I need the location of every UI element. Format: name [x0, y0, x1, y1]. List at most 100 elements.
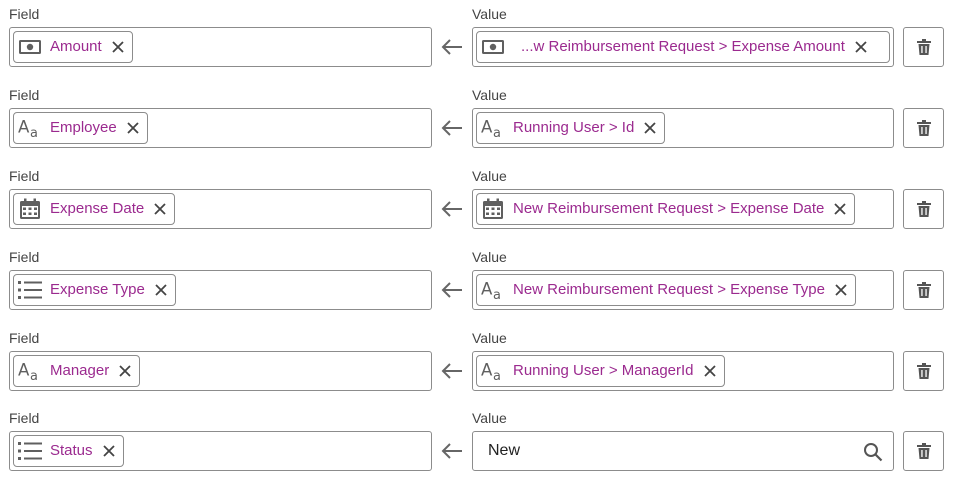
trash-icon [916, 120, 931, 136]
text-type-icon: Aa [481, 278, 505, 302]
search-icon[interactable] [863, 442, 883, 462]
field-input[interactable]: Aa Manager [9, 351, 432, 391]
field-mapping-list: Field Value Amount ...w Reimbursement Re… [0, 0, 953, 479]
svg-text:A: A [481, 118, 493, 137]
calendar-icon [18, 197, 42, 221]
field-input[interactable]: Amount [9, 27, 432, 67]
calendar-icon [481, 197, 505, 221]
field-label: Field [9, 410, 40, 426]
remove-token-icon[interactable] [125, 120, 141, 136]
left-arrow-icon [441, 201, 462, 217]
remove-token-icon[interactable] [853, 39, 869, 55]
value-token[interactable]: Aa New Reimbursement Request > Expense T… [476, 274, 856, 306]
mapping-row: Field Value Aa Employee Aa Running User … [0, 81, 953, 162]
field-token[interactable]: Aa Employee [13, 112, 148, 144]
value-label: Value [472, 330, 507, 346]
mapping-row: Field Value Amount ...w Reimbursement Re… [0, 0, 953, 81]
value-token[interactable]: ...w Reimbursement Request > Expense Amo… [476, 31, 890, 63]
svg-text:A: A [18, 361, 30, 380]
left-arrow-icon [441, 39, 462, 55]
remove-token-icon[interactable] [152, 201, 168, 217]
field-token-label: Expense Date [50, 200, 145, 217]
value-token-label: ...w Reimbursement Request > Expense Amo… [521, 38, 845, 55]
left-arrow-icon [441, 363, 462, 379]
svg-text:A: A [481, 361, 493, 380]
mapping-row: Field Value Status [0, 404, 953, 479]
remove-token-icon[interactable] [110, 39, 126, 55]
value-input[interactable]: Aa Running User > Id [472, 108, 894, 148]
left-arrow-icon [441, 282, 462, 298]
mapping-row: Field Value Expense Date New Reimburseme… [0, 162, 953, 243]
delete-row-button[interactable] [903, 431, 944, 471]
field-input[interactable]: Status [9, 431, 432, 471]
value-input[interactable]: Aa New Reimbursement Request > Expense T… [472, 270, 894, 310]
svg-text:A: A [481, 280, 493, 299]
svg-text:a: a [30, 369, 38, 383]
field-label: Field [9, 87, 40, 103]
value-label: Value [472, 168, 507, 184]
field-label: Field [9, 168, 40, 184]
text-type-icon: Aa [481, 116, 505, 140]
remove-token-icon[interactable] [153, 282, 169, 298]
value-input[interactable] [472, 431, 894, 471]
left-arrow-icon [441, 443, 462, 459]
field-token-label: Manager [50, 362, 110, 379]
delete-row-button[interactable] [903, 108, 944, 148]
remove-token-icon[interactable] [832, 201, 848, 217]
value-input[interactable]: New Reimbursement Request > Expense Date [472, 189, 894, 229]
value-label: Value [472, 6, 507, 22]
trash-icon [916, 443, 931, 459]
value-token-label: Running User > ManagerId [513, 362, 694, 379]
delete-row-button[interactable] [903, 189, 944, 229]
value-label: Value [472, 249, 507, 265]
field-label: Field [9, 249, 40, 265]
field-token-label: Expense Type [50, 281, 145, 298]
value-text-input[interactable] [473, 432, 893, 470]
field-token-label: Amount [50, 38, 102, 55]
trash-icon [916, 201, 931, 217]
mapping-row: Field Value Aa Manager Aa Running User >… [0, 324, 953, 405]
remove-token-icon[interactable] [833, 282, 849, 298]
svg-text:A: A [18, 118, 30, 137]
left-arrow-icon [441, 120, 462, 136]
value-label: Value [472, 87, 507, 103]
field-token[interactable]: Amount [13, 31, 133, 63]
list-icon [18, 439, 42, 463]
field-input[interactable]: Expense Date [9, 189, 432, 229]
value-input[interactable]: Aa Running User > ManagerId [472, 351, 894, 391]
money-icon [481, 35, 505, 59]
svg-text:a: a [493, 126, 501, 140]
field-token-label: Employee [50, 119, 117, 136]
value-label: Value [472, 410, 507, 426]
field-label: Field [9, 330, 40, 346]
delete-row-button[interactable] [903, 351, 944, 391]
delete-row-button[interactable] [903, 27, 944, 67]
svg-text:a: a [493, 369, 501, 383]
field-token[interactable]: Status [13, 435, 124, 467]
value-token-label: Running User > Id [513, 119, 635, 136]
field-input[interactable]: Expense Type [9, 270, 432, 310]
value-token[interactable]: Aa Running User > ManagerId [476, 355, 725, 387]
field-token[interactable]: Expense Type [13, 274, 176, 306]
field-token[interactable]: Aa Manager [13, 355, 141, 387]
field-token-label: Status [50, 442, 93, 459]
trash-icon [916, 363, 931, 379]
remove-token-icon[interactable] [642, 120, 658, 136]
mapping-row: Field Value Expense Type Aa New Reimburs… [0, 243, 953, 324]
value-input[interactable]: ...w Reimbursement Request > Expense Amo… [472, 27, 894, 67]
remove-token-icon[interactable] [117, 363, 133, 379]
value-token-label: New Reimbursement Request > Expense Date [513, 200, 825, 217]
value-token[interactable]: New Reimbursement Request > Expense Date [476, 193, 856, 225]
remove-token-icon[interactable] [101, 443, 117, 459]
field-token[interactable]: Expense Date [13, 193, 176, 225]
value-token-label: New Reimbursement Request > Expense Type [513, 281, 825, 298]
field-input[interactable]: Aa Employee [9, 108, 432, 148]
trash-icon [916, 39, 931, 55]
money-icon [18, 35, 42, 59]
svg-text:a: a [493, 288, 501, 302]
value-token[interactable]: Aa Running User > Id [476, 112, 666, 144]
text-type-icon: Aa [18, 359, 42, 383]
delete-row-button[interactable] [903, 270, 944, 310]
remove-token-icon[interactable] [702, 363, 718, 379]
svg-text:a: a [30, 126, 38, 140]
